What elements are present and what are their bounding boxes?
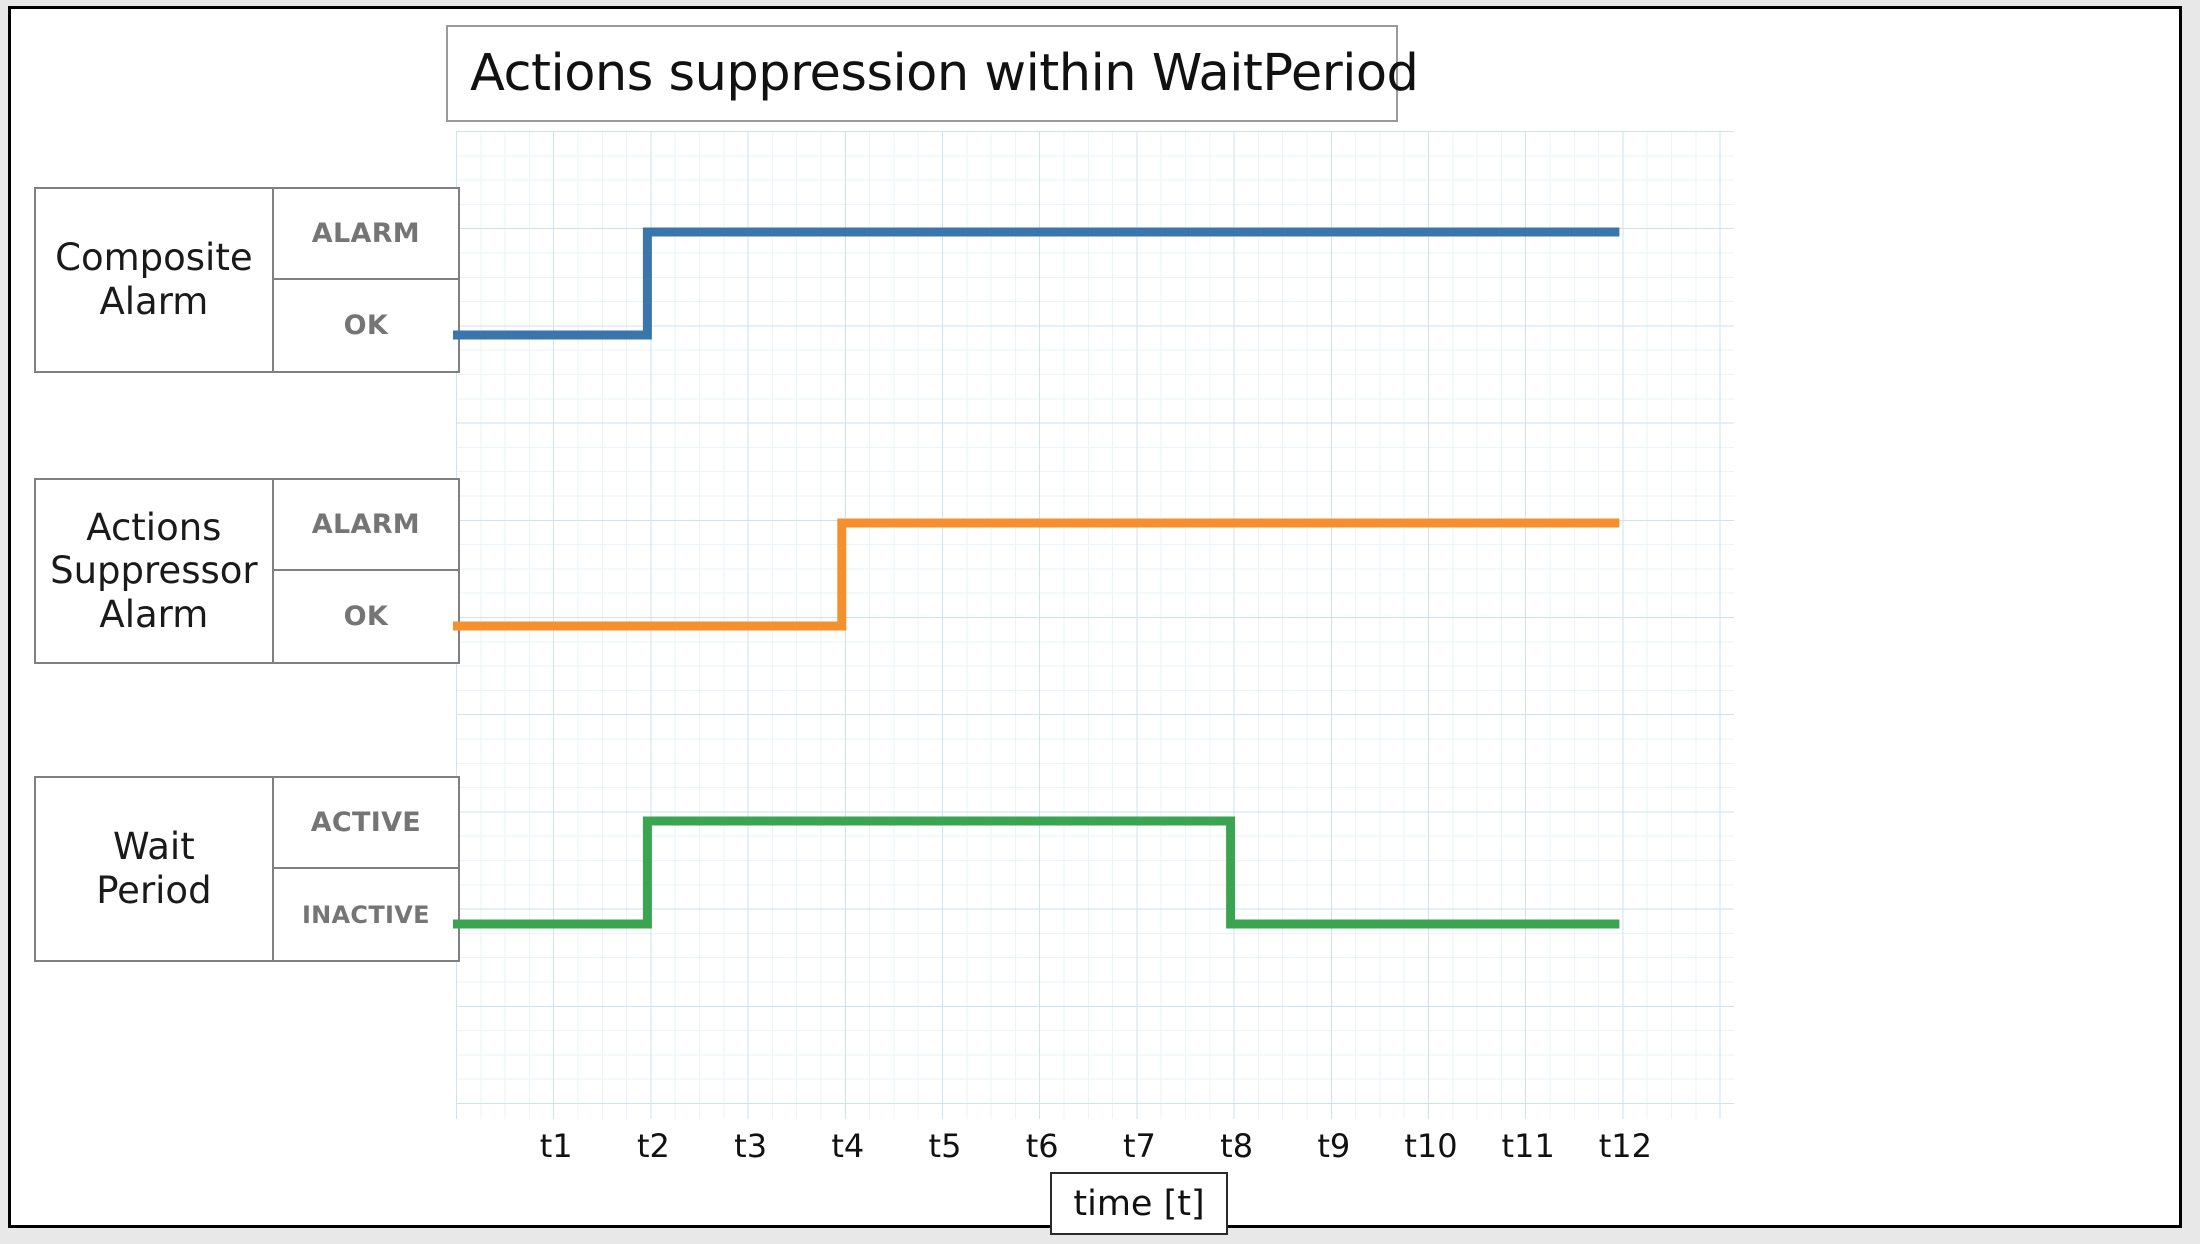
chart-title: Actions suppression within WaitPeriod xyxy=(470,44,1419,103)
row-label-composite-alarm: Composite Alarm ALARM OK xyxy=(34,187,460,373)
row-label-actions-suppressor-alarm: Actions Suppressor Alarm ALARM OK xyxy=(34,478,460,664)
row-name-line-1: Composite xyxy=(55,236,253,280)
state-cell-alarm: ALARM xyxy=(273,189,458,280)
row-name-line-1: Actions xyxy=(86,505,222,549)
row-name-actions-suppressor-alarm: Actions Suppressor Alarm xyxy=(36,480,274,662)
x-axis-title-box: time [t] xyxy=(1050,1172,1228,1235)
x-tick-label-t4: t4 xyxy=(831,1127,865,1165)
x-tick-label-t10: t10 xyxy=(1404,1127,1458,1165)
row-name-line-3: Alarm xyxy=(99,592,209,636)
x-tick-label-t1: t1 xyxy=(539,1127,573,1165)
state-cell-inactive: INACTIVE xyxy=(301,900,430,929)
state-cell-active: ACTIVE xyxy=(273,778,458,869)
diagram-frame: Actions suppression within WaitPeriod Co… xyxy=(8,6,2182,1235)
x-tick-label-t11: t11 xyxy=(1501,1127,1555,1165)
row-name-line-2: Alarm xyxy=(99,280,209,323)
x-tick-label-t6: t6 xyxy=(1025,1127,1059,1165)
row-name-line-1: Wait xyxy=(113,825,195,869)
x-axis-title: time [t] xyxy=(1073,1183,1205,1224)
row-states-actions-suppressor-alarm: ALARM OK xyxy=(273,480,458,662)
row-name-line-2: Suppressor xyxy=(50,549,258,593)
row-label-wait-period: Wait Period ACTIVE INACTIVE xyxy=(34,776,460,962)
x-tick-label-t7: t7 xyxy=(1122,1127,1156,1165)
x-tick-label-t12: t12 xyxy=(1598,1127,1653,1165)
x-tick-label-t9: t9 xyxy=(1317,1127,1351,1165)
x-tick-label-t5: t5 xyxy=(928,1127,962,1165)
plot-grid-area xyxy=(456,131,1734,1119)
diagram-canvas: Actions suppression within WaitPeriod Co… xyxy=(11,9,2179,1235)
state-cell-alarm: ALARM xyxy=(273,480,458,571)
x-tick-label-t2: t2 xyxy=(636,1127,670,1165)
row-states-composite-alarm: ALARM OK xyxy=(273,189,458,371)
state-cell-ok: OK xyxy=(343,310,389,341)
row-name-wait-period: Wait Period xyxy=(36,778,274,960)
state-cell-ok: OK xyxy=(343,601,389,632)
x-tick-label-t3: t3 xyxy=(734,1127,768,1165)
row-name-line-2: Period xyxy=(96,869,212,912)
x-tick-label-t8: t8 xyxy=(1220,1127,1254,1165)
row-name-composite-alarm: Composite Alarm xyxy=(36,189,274,371)
row-states-wait-period: ACTIVE INACTIVE xyxy=(273,778,458,960)
chart-title-box: Actions suppression within WaitPeriod xyxy=(446,25,1419,122)
